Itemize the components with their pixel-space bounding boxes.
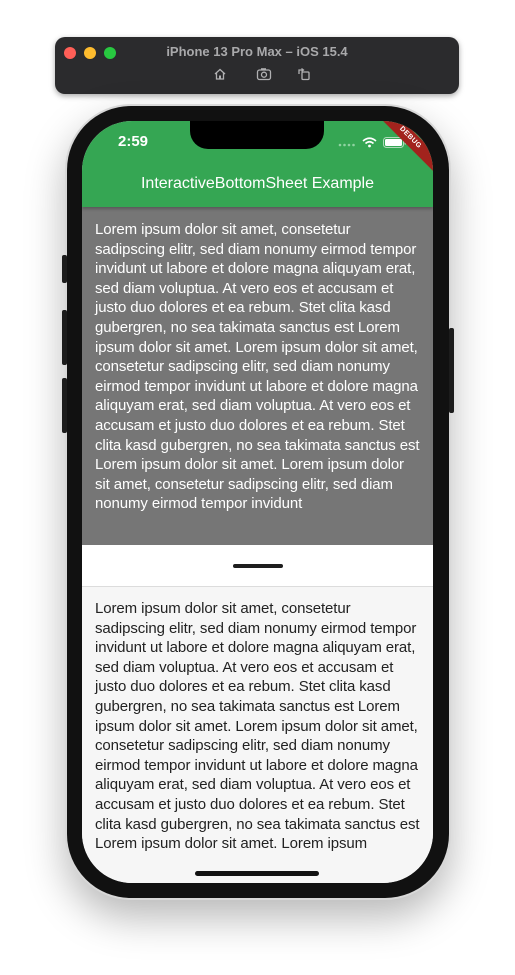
power-button [449, 328, 454, 413]
simulator-title: iPhone 13 Pro Max – iOS 15.4 [166, 44, 348, 59]
simulator-title-bar: iPhone 13 Pro Max – iOS 15.4 [55, 37, 459, 94]
background-content[interactable]: Lorem ipsum dolor sit amet, consetetur s… [82, 207, 433, 545]
status-time: 2:59 [118, 133, 149, 150]
notch [190, 121, 324, 149]
phone-screen: 2:59 InteractiveBottomSheet Example DEBU… [82, 121, 433, 883]
wifi-icon [362, 135, 377, 153]
drag-handle[interactable] [233, 564, 283, 568]
home-indicator[interactable] [195, 871, 319, 876]
app-bar-title: InteractiveBottomSheet Example [140, 175, 374, 192]
bottom-sheet-content[interactable]: Lorem ipsum dolor sit amet, consetetur s… [82, 587, 433, 883]
bottom-sheet-text: Lorem ipsum dolor sit amet, consetetur s… [95, 600, 420, 853]
status-icons [338, 135, 407, 153]
rotate-icon[interactable] [297, 67, 313, 83]
home-icon[interactable] [213, 67, 229, 83]
signal-icon [338, 135, 356, 153]
interactive-bottom-sheet[interactable]: Lorem ipsum dolor sit amet, consetetur s… [82, 545, 433, 883]
screenshot-icon[interactable] [256, 67, 272, 83]
bottom-sheet-header[interactable] [82, 545, 433, 587]
background-text: Lorem ipsum dolor sit amet, consetetur s… [95, 221, 420, 513]
